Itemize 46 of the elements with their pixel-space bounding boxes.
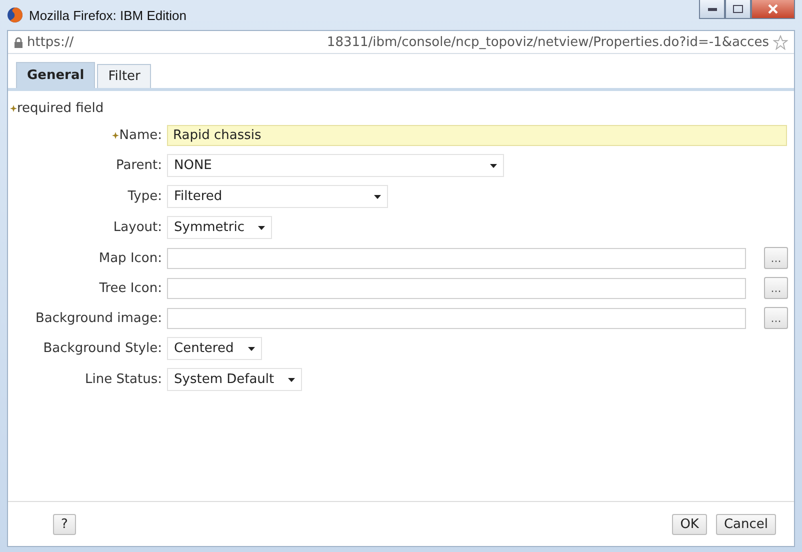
close-icon (768, 4, 778, 14)
path-field[interactable] (167, 248, 746, 268)
name-field[interactable]: Rapid chassis (167, 125, 787, 146)
browse-button[interactable]: ... (764, 277, 788, 299)
maximize-icon (733, 5, 743, 13)
cancel-button[interactable]: Cancel (716, 514, 776, 534)
required-icon (10, 105, 17, 112)
star-icon[interactable] (773, 34, 788, 50)
ok-button[interactable]: OK (672, 514, 707, 534)
field-label: Type: (128, 189, 162, 204)
dropdown[interactable]: Centered (167, 337, 262, 360)
dropdown[interactable]: Symmetric (167, 216, 272, 239)
tab[interactable]: General (16, 62, 96, 88)
dropdown[interactable]: Filtered (167, 185, 388, 208)
browser-logo-icon (7, 7, 23, 23)
field-label: Background Style: (43, 341, 162, 356)
help-button[interactable]: ? (53, 514, 76, 534)
field-label: Name: (119, 128, 162, 143)
caret-icon (258, 226, 266, 230)
required-note: required field (17, 101, 104, 116)
browse-button[interactable]: ... (764, 307, 788, 329)
caret-icon (374, 194, 381, 198)
field-label: Tree Icon: (99, 280, 162, 296)
caret-icon (288, 378, 296, 382)
url-text[interactable]: https:// (27, 34, 74, 50)
field-label: Layout: (113, 220, 162, 235)
window-title: Mozilla Firefox: IBM Edition (29, 8, 186, 22)
url-text[interactable]: 18311/ibm/console/ncp_topoviz/netview/Properties.do?id=-1&acces (326, 34, 769, 50)
minimize-icon (708, 8, 716, 10)
browse-button[interactable]: ... (764, 247, 788, 269)
path-field[interactable] (167, 278, 746, 298)
path-field[interactable] (167, 308, 746, 328)
caret-icon (490, 164, 497, 168)
close-button[interactable] (751, 0, 795, 19)
minimize-button[interactable] (699, 0, 725, 19)
tab[interactable]: Filter (97, 64, 152, 88)
caret-icon (248, 346, 255, 350)
lock-icon (14, 36, 23, 48)
dropdown[interactable]: System Default (167, 368, 302, 391)
required-icon (112, 132, 120, 139)
field-label: Map Icon: (98, 250, 162, 266)
field-label: Line Status: (84, 372, 162, 387)
dropdown[interactable]: NONE (167, 154, 504, 177)
field-label: Parent: (116, 158, 162, 173)
field-label: Background image: (35, 310, 162, 326)
maximize-button[interactable] (725, 0, 751, 19)
